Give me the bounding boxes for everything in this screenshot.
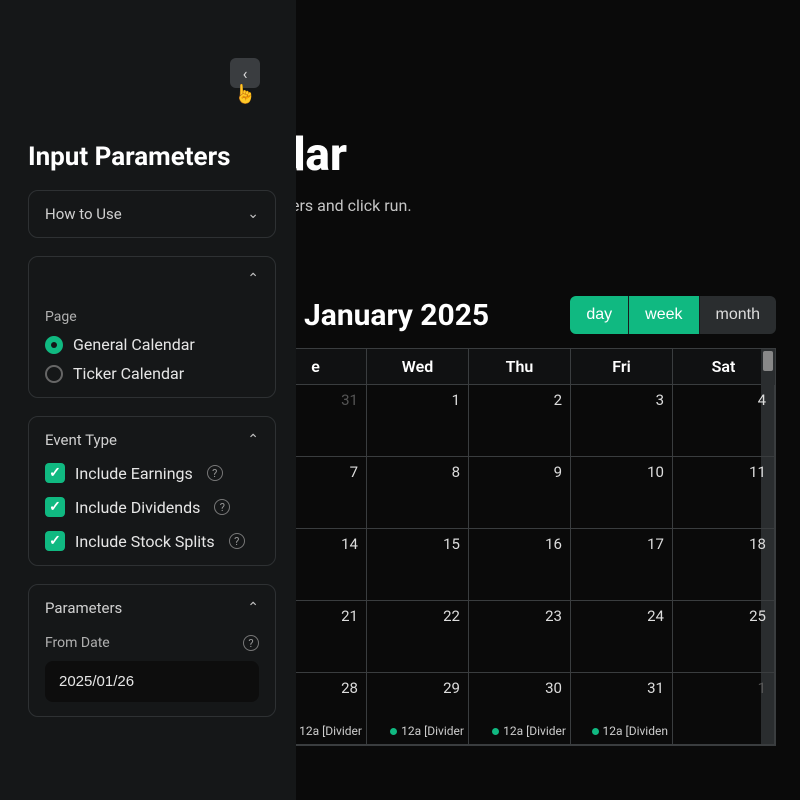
calendar-cell[interactable]: 4 — [673, 385, 775, 457]
calendar-header-thu: Thu — [469, 349, 571, 385]
page-card-header[interactable]: ⌃ — [45, 271, 259, 287]
from-date-label: From Date — [45, 635, 110, 651]
checkbox-dividends-label: Include Dividends — [75, 498, 200, 517]
chevron-down-icon: ⌄ — [247, 206, 259, 222]
checkbox-splits[interactable]: ✓ Include Stock Splits ? — [45, 531, 259, 551]
event-type-card: Event Type ⌃ ✓ Include Earnings ? ✓ Incl… — [28, 416, 276, 566]
checkbox-splits-label: Include Stock Splits — [75, 532, 215, 551]
how-to-use-label: How to Use — [45, 205, 122, 223]
calendar-cell[interactable]: 22 — [367, 601, 469, 673]
event-type-label: Event Type — [45, 431, 117, 449]
from-date-input[interactable] — [45, 661, 259, 702]
calendar-cell[interactable]: 16 — [469, 529, 571, 601]
calendar-cell[interactable]: 2912a [Divider — [367, 673, 469, 745]
radio-checked-icon — [45, 336, 63, 354]
calendar-header-wed: Wed — [367, 349, 469, 385]
calendar-cell[interactable]: 1 — [673, 673, 775, 745]
checkbox-checked-icon: ✓ — [45, 531, 65, 551]
view-day-button[interactable]: day — [570, 296, 628, 334]
calendar-cell[interactable]: 2 — [469, 385, 571, 457]
radio-unchecked-icon — [45, 365, 63, 383]
calendar-header-sat: Sat — [673, 349, 775, 385]
checkbox-earnings-label: Include Earnings — [75, 464, 193, 483]
sidebar-title: Input Parameters — [28, 142, 276, 172]
calendar-event[interactable]: 12a [Dividen — [577, 724, 668, 738]
calendar-event[interactable]: 12a [Divider — [475, 724, 566, 738]
parameters-label: Parameters — [45, 599, 122, 617]
chevron-left-icon: ‹ — [243, 64, 248, 83]
chevron-up-icon: ⌃ — [247, 432, 259, 448]
parameters-card: Parameters ⌃ From Date ? — [28, 584, 276, 717]
help-icon[interactable]: ? — [229, 533, 245, 549]
page-section-label: Page — [45, 309, 259, 325]
calendar-header-fri: Fri — [571, 349, 673, 385]
calendar-cell[interactable]: 17 — [571, 529, 673, 601]
radio-general-calendar[interactable]: General Calendar — [45, 335, 259, 354]
calendar-cell[interactable]: 9 — [469, 457, 571, 529]
how-to-use-card[interactable]: How to Use ⌄ — [28, 190, 276, 238]
radio-ticker-label: Ticker Calendar — [73, 364, 184, 383]
collapse-sidebar-button[interactable]: ‹ — [230, 58, 260, 88]
event-type-header[interactable]: Event Type ⌃ — [45, 431, 259, 449]
view-month-button[interactable]: month — [699, 296, 776, 334]
radio-ticker-calendar[interactable]: Ticker Calendar — [45, 364, 259, 383]
checkbox-dividends[interactable]: ✓ Include Dividends ? — [45, 497, 259, 517]
checkbox-checked-icon: ✓ — [45, 497, 65, 517]
chevron-up-icon: ⌃ — [247, 271, 259, 287]
calendar-cell[interactable]: 11 — [673, 457, 775, 529]
help-icon[interactable]: ? — [214, 499, 230, 515]
calendar-cell[interactable]: 8 — [367, 457, 469, 529]
radio-general-label: General Calendar — [73, 335, 195, 354]
help-icon[interactable]: ? — [243, 635, 259, 651]
help-icon[interactable]: ? — [207, 465, 223, 481]
calendar-cell[interactable]: 1 — [367, 385, 469, 457]
month-label: January 2025 — [304, 298, 489, 333]
calendar-cell[interactable]: 23 — [469, 601, 571, 673]
page-card: ⌃ Page General Calendar Ticker Calendar — [28, 256, 276, 398]
view-week-button[interactable]: week — [628, 296, 698, 334]
chevron-up-icon: ⌃ — [247, 600, 259, 616]
checkbox-checked-icon: ✓ — [45, 463, 65, 483]
parameters-header[interactable]: Parameters ⌃ — [45, 599, 259, 617]
view-toggle: day week month — [570, 296, 776, 334]
calendar-event[interactable]: 12a [Divider — [373, 724, 464, 738]
calendar-cell[interactable]: 18 — [673, 529, 775, 601]
calendar-cell[interactable]: 3012a [Divider — [469, 673, 571, 745]
calendar-cell[interactable]: 24 — [571, 601, 673, 673]
checkbox-earnings[interactable]: ✓ Include Earnings ? — [45, 463, 259, 483]
calendar-cell[interactable]: 25 — [673, 601, 775, 673]
calendar-cell[interactable]: 3112a [Dividen — [571, 673, 673, 745]
calendar-cell[interactable]: 10 — [571, 457, 673, 529]
calendar-cell[interactable]: 3 — [571, 385, 673, 457]
calendar-cell[interactable]: 15 — [367, 529, 469, 601]
from-date-label-row: From Date ? — [45, 635, 259, 651]
sidebar: ‹ ☝ Input Parameters How to Use ⌄ ⌃ Page… — [0, 0, 296, 800]
